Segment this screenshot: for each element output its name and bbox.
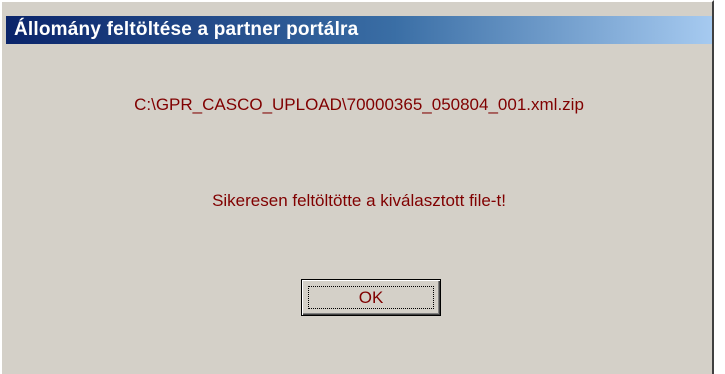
title-bar[interactable]: Állomány feltöltése a partner portálra bbox=[6, 16, 712, 44]
ok-button-label: OK bbox=[358, 287, 384, 307]
window-title: Állomány feltöltése a partner portálra bbox=[14, 19, 359, 40]
ok-button[interactable]: OK bbox=[301, 279, 441, 316]
file-path-label: C:\GPR_CASCO_UPLOAD\70000365_050804_001.… bbox=[134, 95, 584, 114]
upload-dialog: Állomány feltöltése a partner portálra C… bbox=[0, 0, 714, 374]
success-message: Sikeresen feltöltötte a kiválasztott fil… bbox=[212, 191, 506, 210]
